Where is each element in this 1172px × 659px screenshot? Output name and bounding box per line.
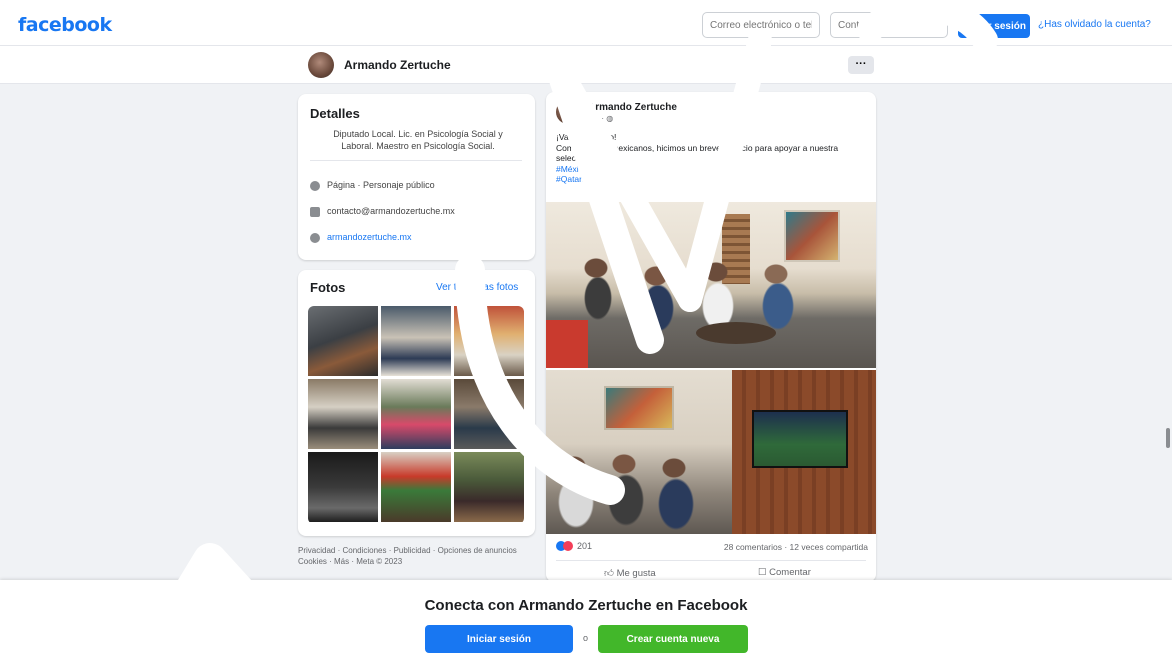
email-input[interactable] (702, 12, 820, 38)
comment-button[interactable]: ☐ Comentar (758, 567, 811, 578)
email-row: contacto@armandozertuche.mx (310, 206, 455, 220)
info-icon (310, 180, 320, 191)
photos-card: Fotos Ver todas las fotos (298, 270, 535, 536)
post-photo[interactable] (546, 370, 876, 534)
footer-links: Privacidad · Condiciones · Publicidad · … (298, 545, 538, 567)
scrollbar-handle[interactable] (1166, 428, 1170, 448)
see-all-photos-link[interactable]: Ver todas las fotos (436, 282, 518, 293)
comment-share-counts[interactable]: 28 comentarios · 12 veces compartida (724, 542, 868, 552)
banner-or-text: o (583, 633, 589, 643)
comment-icon: ☐ (758, 567, 770, 578)
post-text: ¡Vamos México! Como buenos mexicanos, hi… (556, 132, 868, 185)
email-text[interactable]: contacto@armandozertuche.mx (327, 206, 455, 216)
avatar[interactable] (308, 52, 334, 78)
divider (310, 160, 522, 161)
television (752, 410, 848, 468)
painting (784, 210, 840, 262)
post-text-body: Como buenos mexicanos, hicimos un breve … (556, 142, 839, 164)
thumbs-up-icon: 👍︎ (604, 568, 617, 579)
top-navigation-bar: facebook Iniciar sesión ¿Has olvidado la… (0, 0, 1172, 46)
people-group (576, 258, 816, 338)
website-link[interactable]: armandozertuche.mx (327, 232, 412, 242)
photo-thumbnail[interactable] (308, 379, 378, 449)
password-input[interactable] (830, 12, 948, 38)
painting (604, 386, 674, 430)
photo-thumbnail[interactable] (454, 306, 524, 376)
mail-icon (310, 206, 320, 217)
post-card: Armando Zertuche 4 d · ◍ ¡Vamos México! … (546, 92, 876, 582)
like-button[interactable]: 👍︎ Me gusta (604, 567, 656, 579)
post-text-line: ¡Vamos México! (556, 132, 617, 142)
hashtag-link[interactable]: #MéxicoMiPasión (556, 164, 868, 175)
photos-title: Fotos (310, 280, 346, 295)
photo-thumbnail[interactable] (381, 452, 451, 522)
login-banner: Conecta con Armando Zertuche en Facebook… (0, 580, 1172, 659)
bio-text: Diputado Local. Lic. en Psicología Socia… (333, 129, 503, 151)
facebook-logo[interactable]: facebook (18, 14, 112, 36)
photo-thumbnail[interactable] (381, 306, 451, 376)
post-date[interactable]: 4 d · ◍ (588, 114, 613, 123)
login-button[interactable]: Iniciar sesión (958, 14, 1030, 38)
footer-copyright: Cookies · Más · Meta © 2023 (298, 557, 403, 566)
photo-thumbnail[interactable] (308, 306, 378, 376)
photo-grid (308, 306, 524, 524)
red-chair (546, 320, 588, 368)
page-type-row: Página · Personaje público (310, 180, 435, 194)
banner-login-button[interactable]: Iniciar sesión (425, 625, 573, 653)
avatar[interactable] (556, 100, 580, 124)
photo-thumbnail[interactable] (308, 452, 378, 522)
footer-links-line[interactable]: Privacidad · Condiciones · Publicidad · … (298, 545, 538, 556)
banner-title: Conecta con Armando Zertuche en Facebook (424, 597, 748, 614)
photo-thumbnail[interactable] (381, 379, 451, 449)
forgot-account-link[interactable]: ¿Has olvidado la cuenta? (1038, 19, 1151, 30)
photo-thumbnail[interactable] (454, 452, 524, 522)
website-row: armandozertuche.mx (310, 232, 412, 246)
globe-icon (310, 232, 320, 243)
hashtag-link[interactable]: #Qatar2022 (556, 174, 868, 185)
profile-bar: Armando Zertuche ··· (0, 46, 1172, 84)
divider (556, 560, 866, 561)
reactions-summary[interactable]: 201 (556, 540, 592, 554)
photo-thumbnail[interactable] (454, 379, 524, 449)
post-author[interactable]: Armando Zertuche (588, 102, 677, 113)
like-label: Me gusta (616, 568, 656, 579)
reaction-count: 201 (577, 540, 593, 551)
details-title: Detalles (310, 106, 360, 121)
profile-name[interactable]: Armando Zertuche (344, 58, 451, 72)
more-options-button[interactable]: ··· (848, 56, 874, 74)
details-card: Detalles Diputado Local. Lic. en Psicolo… (298, 94, 535, 260)
comment-label: Comentar (769, 567, 811, 578)
coffee-table (696, 322, 776, 344)
post-photo[interactable] (546, 202, 876, 368)
page-type-text: Página · Personaje público (327, 180, 435, 190)
create-account-button[interactable]: Crear cuenta nueva (598, 625, 748, 653)
love-reaction-icon (563, 540, 573, 551)
people-group (550, 454, 730, 534)
